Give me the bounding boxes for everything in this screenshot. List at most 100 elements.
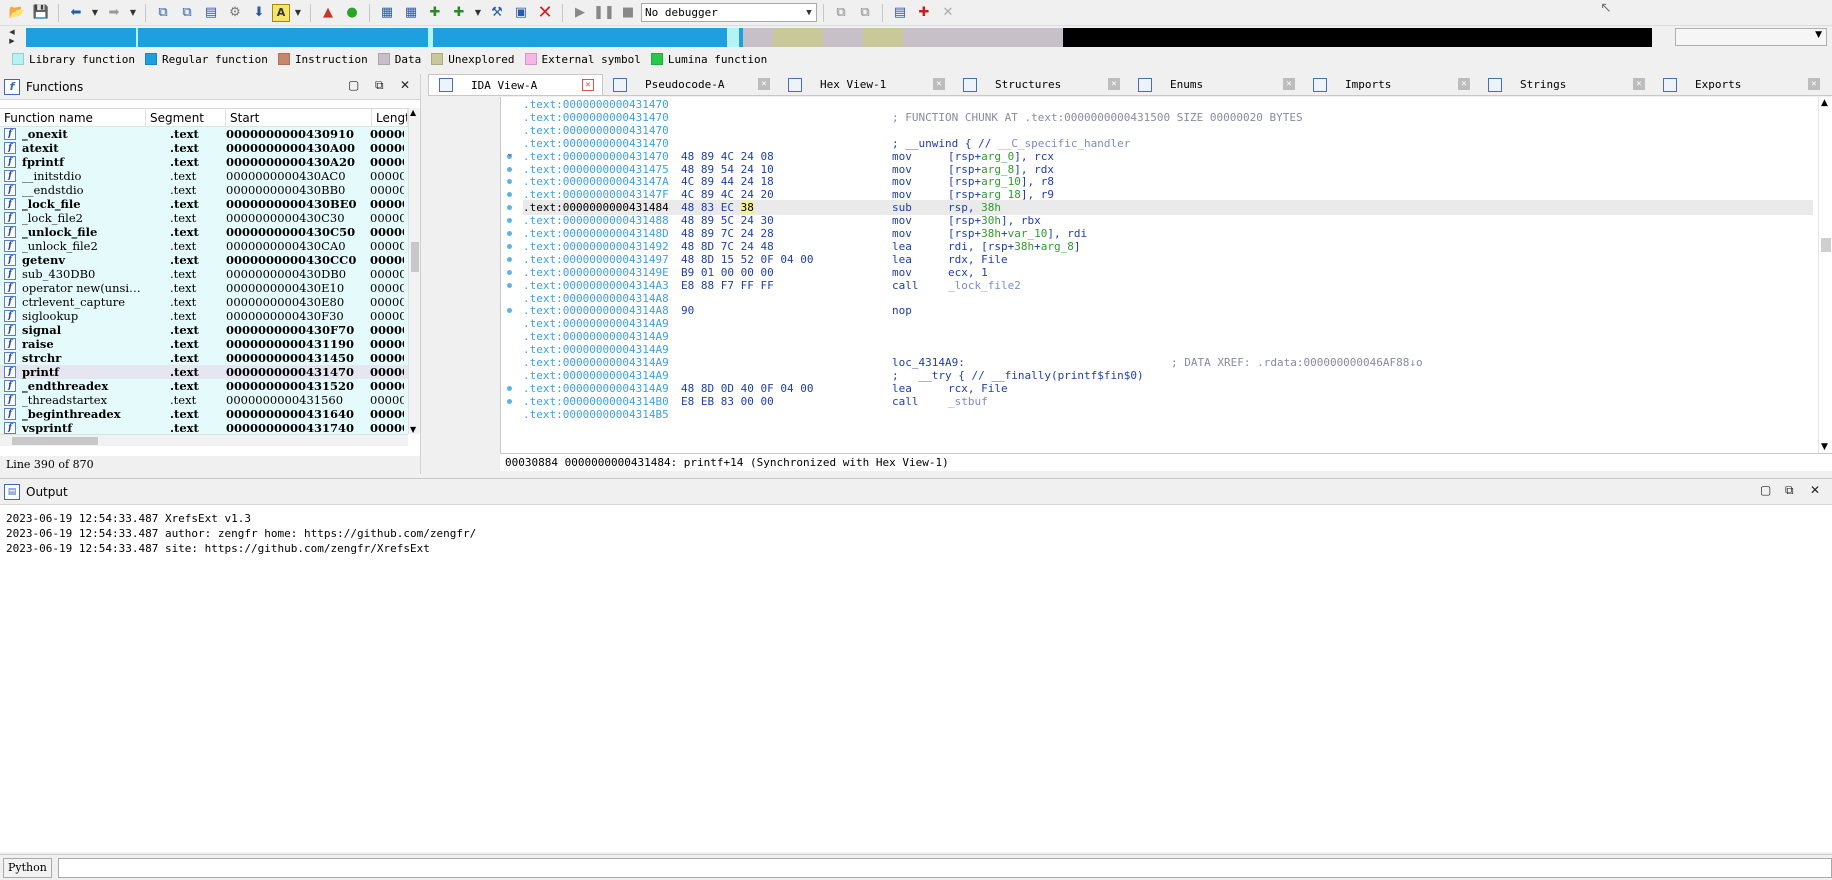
tab-exports[interactable]: Exports ✕ [1653, 74, 1828, 95]
text-icon[interactable]: A [272, 3, 290, 22]
table-row[interactable]: fsignal .text 0000000000430F70 00000 [0, 323, 408, 337]
pause-icon[interactable]: ❚❚ [593, 2, 615, 24]
graph-icon[interactable]: ▲ [317, 2, 339, 24]
close-red-icon[interactable]: ✕ [534, 2, 556, 24]
add-icon[interactable]: ▦ [376, 2, 398, 24]
close-icon[interactable]: ✕ [1108, 78, 1120, 90]
cli-input[interactable] [57, 857, 1832, 878]
dropdown-icon[interactable]: ▼ [472, 2, 484, 24]
tab-structures[interactable]: Structures ✕ [953, 74, 1128, 95]
table-row[interactable]: f _beginthreadex .text 0000000000431640 0000… [0, 407, 408, 421]
breakpoint-dot-icon[interactable] [507, 399, 512, 404]
breakpoint-dot-icon[interactable] [507, 308, 512, 313]
table-row[interactable]: f _lock_file .text 0000000000430BE0 00000 [0, 197, 408, 211]
list-icon[interactable]: ▤ [200, 2, 222, 24]
close-icon[interactable]: ✕ [582, 79, 594, 91]
tab-ida-view-a[interactable]: IDA View-A ✕ [428, 74, 603, 95]
scroll-down-icon[interactable]: ▼ [1821, 442, 1828, 452]
add2-icon[interactable]: ▦ [400, 2, 422, 24]
table-row[interactable]: f sub_430DB0 .text 0000000000430DB0 00000 [0, 267, 408, 281]
detach-icon[interactable]: ⧉ [854, 2, 876, 24]
table-row[interactable]: f _endthreadex .text 0000000000431520 00000 [0, 379, 408, 393]
breakpoint-dot-icon[interactable] [507, 179, 512, 184]
column-header-segment[interactable]: Segment [146, 109, 226, 127]
table-row[interactable]: f operator new(unsi… .text 0000000000430E10… [0, 281, 408, 295]
column-header-start[interactable]: Start [226, 109, 372, 127]
jump-down-icon[interactable]: ⬇ [248, 2, 270, 24]
copy-icon[interactable]: ⧉ [152, 2, 174, 24]
close-icon[interactable]: ✕ [758, 78, 770, 90]
settings-icon[interactable]: ⚙ [224, 2, 246, 24]
table-row[interactable]: f _unlock_file2 .text 0000000000430CA0 00000 [0, 239, 408, 253]
navigation-dropdown[interactable]: ▼ [1675, 28, 1827, 46]
table-row[interactable]: f _onexit .text 0000000000430910 00000 [0, 127, 408, 141]
forward-dropdown-icon[interactable]: ▼ [127, 2, 139, 24]
text-dropdown-icon[interactable]: ▼ [292, 2, 304, 24]
restore-icon[interactable]: ⧉ [1785, 483, 1794, 498]
back-dropdown-icon[interactable]: ▼ [89, 2, 101, 24]
paste-icon[interactable]: ⧉ [176, 2, 198, 24]
close-icon[interactable]: ✕ [400, 78, 410, 92]
breakpoint-dot-icon[interactable] [507, 231, 512, 236]
column-header-length[interactable]: Lengt [372, 109, 408, 127]
table-row[interactable]: f ctrlevent_capture .text 0000000000430E80 0… [0, 295, 408, 309]
maximize-icon[interactable]: ▢ [1760, 483, 1771, 497]
stop-icon[interactable]: ■ [617, 2, 639, 24]
maximize-icon[interactable]: ▢ [348, 78, 359, 92]
attach-icon[interactable]: ⧉ [830, 2, 852, 24]
breakpoint-dot-icon[interactable] [507, 257, 512, 262]
table-row[interactable]: f siglookup .text 0000000000430F30 00000 [0, 309, 408, 323]
green-circle-icon[interactable]: ● [341, 2, 363, 24]
back-icon[interactable]: ⬅ [65, 2, 87, 24]
table-row[interactable]: fatexit .text 0000000000430A00 00000 [0, 141, 408, 155]
add3-icon[interactable]: ✚ [424, 2, 446, 24]
run-icon[interactable]: ▶ [569, 2, 591, 24]
scroll-down-icon[interactable]: ▼ [410, 425, 416, 434]
breakpoint-dot-icon[interactable] [507, 192, 512, 197]
tab-enums[interactable]: Enums ✕ [1128, 74, 1303, 95]
navigation-bar[interactable] [26, 27, 1652, 47]
debugger-select[interactable]: No debugger ▼ [641, 3, 817, 22]
output-body[interactable]: 2023-06-19 12:54:33.487 XrefsExt v1.3 20… [0, 505, 1832, 556]
table-row[interactable]: f fprintf .text 0000000000430A20 00000 [0, 155, 408, 169]
navigation-band[interactable]: ◀ ▶ [6, 27, 1668, 47]
functions-horizontal-scrollbar[interactable] [0, 434, 408, 446]
table-row[interactable]: f __initstdio .text 0000000000430AC0 00000 [0, 169, 408, 183]
scrollbar-thumb[interactable] [1821, 238, 1831, 252]
tab-imports[interactable]: Imports ✕ [1303, 74, 1478, 95]
ida-view-disassembly[interactable]: ⌄ .text:0000000000431470 .text:0000000000… [500, 97, 1832, 453]
breakpoint-dot-icon[interactable] [507, 270, 512, 275]
breakpoint-dot-icon[interactable] [507, 167, 512, 172]
tab-pseudocode-a[interactable]: Pseudocode-A ✕ [603, 74, 778, 95]
table-row[interactable]: fstrchr .text 0000000000431450 00000 [0, 351, 408, 365]
cli-language-button[interactable]: Python [3, 857, 52, 878]
fold-chevron-icon[interactable]: ⌄ [506, 149, 514, 159]
open-icon[interactable]: 📂 [6, 2, 28, 24]
disassembly-line[interactable]: .text:00000000004314B5 [523, 407, 1813, 422]
table-row[interactable]: f __endstdio .text 0000000000430BB0 00000 [0, 183, 408, 197]
functions-vertical-scrollbar[interactable]: ▲ ▼ [408, 108, 420, 434]
scrollbar-thumb[interactable] [411, 242, 419, 272]
forward-icon[interactable]: ➡ [103, 2, 125, 24]
table-row[interactable]: fgetenv .text 0000000000430CC0 00000 [0, 253, 408, 267]
scroll-up-icon[interactable]: ▲ [410, 108, 416, 117]
close-icon[interactable]: ✕ [933, 78, 945, 90]
build-icon[interactable]: ▣ [510, 2, 532, 24]
scroll-up-icon[interactable]: ▲ [1821, 98, 1828, 108]
breakpoint-dot-icon[interactable] [507, 218, 512, 223]
restore-icon[interactable]: ⧉ [375, 78, 384, 93]
close-icon[interactable]: ✕ [1808, 78, 1820, 90]
tools-icon[interactable]: ⚒ [486, 2, 508, 24]
table-row[interactable]: f vsprintf .text 0000000000431740 00000 [0, 421, 408, 434]
save-icon[interactable]: 💾 [30, 2, 52, 24]
close-icon[interactable]: ✕ [1810, 483, 1820, 497]
breakpoint-dot-icon[interactable] [507, 386, 512, 391]
tab-hex-view-1[interactable]: Hex View-1 ✕ [778, 74, 953, 95]
scrollbar-thumb[interactable] [12, 437, 98, 445]
table-row[interactable]: f _threadstartex .text 0000000000431560 0000… [0, 393, 408, 407]
navband-scroll-icon[interactable]: ◀ ▶ [6, 28, 18, 46]
close-icon[interactable]: ✕ [1458, 78, 1470, 90]
add-breakpoint-icon[interactable]: ✚ [913, 2, 935, 24]
disassembly-vertical-scrollbar[interactable]: ▲ ▼ [1818, 97, 1832, 453]
table-row[interactable]: fprintf .text 0000000000431470 00000 [0, 365, 408, 379]
